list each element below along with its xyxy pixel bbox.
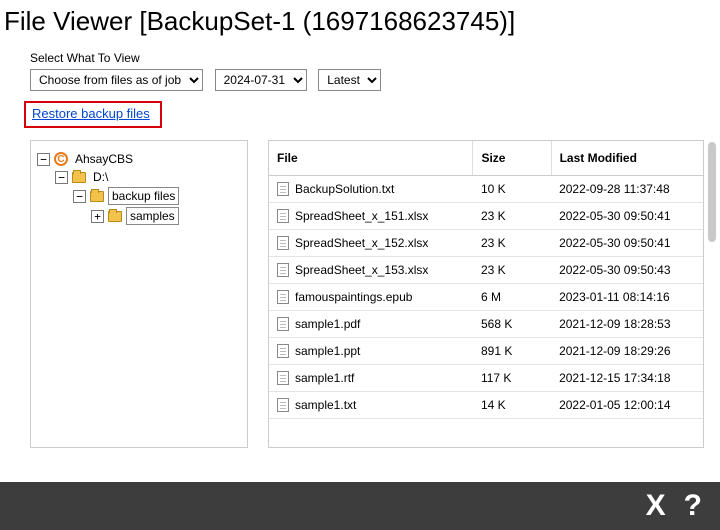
table-row[interactable]: sample1.ppt 891 K2021-12-09 18:29:26 — [269, 338, 703, 365]
file-modified: 2022-09-28 11:37:48 — [551, 176, 703, 203]
file-name: BackupSolution.txt — [295, 182, 394, 196]
file-name: SpreadSheet_x_153.xlsx — [295, 263, 428, 277]
col-header-modified[interactable]: Last Modified — [551, 141, 703, 176]
file-icon — [277, 182, 289, 196]
table-row[interactable]: SpreadSheet_x_151.xlsx 23 K2022-05-30 09:… — [269, 203, 703, 230]
file-icon — [277, 344, 289, 358]
restore-backup-link[interactable]: Restore backup files — [32, 106, 150, 121]
file-size: 10 K — [473, 176, 551, 203]
table-row[interactable]: BackupSolution.txt 10 K2022-09-28 11:37:4… — [269, 176, 703, 203]
file-modified: 2023-01-11 08:14:16 — [551, 284, 703, 311]
file-modified: 2022-01-05 12:00:14 — [551, 392, 703, 419]
file-icon — [277, 290, 289, 304]
close-button[interactable]: X — [646, 489, 666, 523]
file-size: 23 K — [473, 203, 551, 230]
file-modified: 2022-05-30 09:50:41 — [551, 230, 703, 257]
version-select[interactable]: Latest — [318, 69, 381, 91]
tree-label: AhsayCBS — [72, 151, 136, 167]
table-row[interactable]: sample1.txt 14 K2022-01-05 12:00:14 — [269, 392, 703, 419]
file-name: sample1.rtf — [295, 371, 354, 385]
tree-label: backup files — [108, 187, 179, 205]
file-table-panel: File Size Last Modified BackupSolution.t… — [268, 140, 704, 448]
file-icon — [277, 398, 289, 412]
file-size: 14 K — [473, 392, 551, 419]
date-select[interactable]: 2024-07-31 — [215, 69, 307, 91]
expand-icon[interactable]: + — [91, 210, 104, 223]
file-icon — [277, 209, 289, 223]
tree-label: D:\ — [90, 169, 111, 185]
tree-label: samples — [126, 207, 179, 225]
tree-node-root[interactable]: − C AhsayCBS — [37, 151, 241, 167]
file-name: sample1.txt — [295, 398, 356, 412]
file-size: 23 K — [473, 230, 551, 257]
help-button[interactable]: ? — [684, 489, 702, 523]
table-row[interactable]: sample1.rtf 117 K2021-12-15 17:34:18 — [269, 365, 703, 392]
file-icon — [277, 371, 289, 385]
file-name: sample1.ppt — [295, 344, 360, 358]
page-title: File Viewer [BackupSet-1 (1697168623745)… — [0, 0, 720, 41]
restore-highlight: Restore backup files — [24, 101, 162, 128]
file-name: SpreadSheet_x_151.xlsx — [295, 209, 428, 223]
table-row[interactable]: SpreadSheet_x_152.xlsx 23 K2022-05-30 09:… — [269, 230, 703, 257]
tree-node-samples[interactable]: + samples — [91, 207, 241, 225]
col-header-size[interactable]: Size — [473, 141, 551, 176]
folder-tree[interactable]: − C AhsayCBS − D:\ − backup files + samp… — [30, 140, 248, 448]
file-name: SpreadSheet_x_152.xlsx — [295, 236, 428, 250]
col-header-file[interactable]: File — [269, 141, 473, 176]
tree-node-drive[interactable]: − D:\ — [55, 169, 241, 185]
file-size: 891 K — [473, 338, 551, 365]
collapse-icon[interactable]: − — [73, 190, 86, 203]
footer-bar: X ? — [0, 482, 720, 530]
collapse-icon[interactable]: − — [37, 153, 50, 166]
file-size: 23 K — [473, 257, 551, 284]
collapse-icon[interactable]: − — [55, 171, 68, 184]
file-modified: 2021-12-15 17:34:18 — [551, 365, 703, 392]
folder-icon — [108, 211, 122, 222]
file-size: 117 K — [473, 365, 551, 392]
file-size: 6 M — [473, 284, 551, 311]
ahsay-logo-icon: C — [54, 152, 68, 166]
file-icon — [277, 236, 289, 250]
folder-icon — [72, 172, 86, 183]
file-icon — [277, 263, 289, 277]
folder-icon — [90, 191, 104, 202]
file-icon — [277, 317, 289, 331]
file-modified: 2022-05-30 09:50:43 — [551, 257, 703, 284]
file-size: 568 K — [473, 311, 551, 338]
table-row[interactable]: famouspaintings.epub 6 M2023-01-11 08:14:… — [269, 284, 703, 311]
table-row[interactable]: SpreadSheet_x_153.xlsx 23 K2022-05-30 09:… — [269, 257, 703, 284]
file-modified: 2021-12-09 18:29:26 — [551, 338, 703, 365]
file-name: famouspaintings.epub — [295, 290, 412, 304]
tree-node-backup-files[interactable]: − backup files — [73, 187, 241, 205]
file-table: File Size Last Modified BackupSolution.t… — [269, 141, 703, 419]
scrollbar-thumb[interactable] — [708, 142, 716, 242]
file-name: sample1.pdf — [295, 317, 360, 331]
file-modified: 2021-12-09 18:28:53 — [551, 311, 703, 338]
table-row[interactable]: sample1.pdf 568 K2021-12-09 18:28:53 — [269, 311, 703, 338]
file-modified: 2022-05-30 09:50:41 — [551, 203, 703, 230]
view-select-label: Select What To View — [30, 51, 720, 65]
job-select[interactable]: Choose from files as of job — [30, 69, 203, 91]
